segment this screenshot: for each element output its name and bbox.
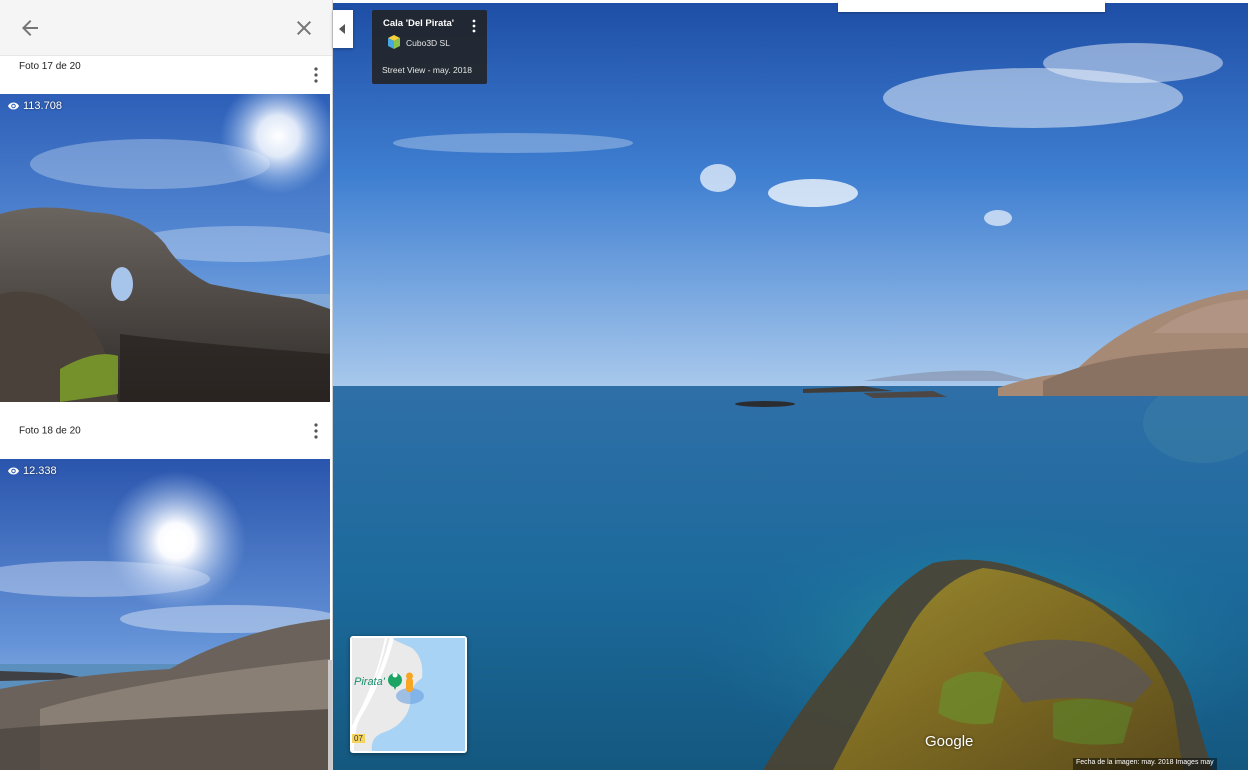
- minimap-place-label: Pirata': [354, 676, 385, 688]
- photo-caption-row: Foto 18 de 20: [0, 404, 330, 458]
- photo-image: [0, 94, 330, 402]
- photo-thumbnail[interactable]: 12.338: [0, 459, 330, 770]
- search-box-edge[interactable]: [838, 0, 1105, 12]
- photo-list-panel: Foto 17 de 20 113.708 Foto 18 de 20 12.3…: [0, 0, 333, 770]
- chevron-left-icon: [339, 24, 345, 34]
- view-count-value: 113.708: [23, 100, 62, 112]
- minimap-road-label: 07: [352, 734, 365, 743]
- view-count: 113.708: [8, 100, 62, 112]
- view-count: 12.338: [8, 465, 57, 477]
- close-icon: [297, 21, 311, 35]
- minimap-image: [352, 638, 465, 751]
- photo-caption-row: Foto 17 de 20: [0, 56, 330, 94]
- google-logo: Google: [925, 733, 974, 750]
- info-menu-button[interactable]: [468, 18, 480, 34]
- author-logo-icon: [386, 34, 402, 50]
- location-title[interactable]: Cala 'Del Pirata': [383, 18, 454, 29]
- image-attribution[interactable]: Fecha de la imagen: may. 2018 Images may: [1073, 758, 1217, 770]
- photo-caption: Foto 17 de 20: [19, 61, 81, 72]
- street-view-panorama[interactable]: [333, 3, 1248, 770]
- panorama-image: [333, 3, 1248, 770]
- more-vert-icon: [314, 423, 318, 439]
- photo-caption: Foto 18 de 20: [19, 425, 81, 437]
- more-vert-icon: [314, 67, 318, 83]
- photo-thumbnail[interactable]: 113.708: [0, 94, 330, 402]
- arrow-left-icon: [22, 20, 38, 36]
- more-vert-icon: [472, 19, 476, 33]
- photo-menu-button[interactable]: [308, 64, 324, 86]
- location-info-card: Cala 'Del Pirata' Cubo3D SL Street View …: [372, 10, 487, 84]
- view-count-value: 12.338: [23, 465, 57, 477]
- photo-image: [0, 459, 330, 770]
- minimap[interactable]: Pirata' 07: [350, 636, 467, 753]
- collapse-panel-button[interactable]: [333, 10, 353, 48]
- close-button[interactable]: [292, 16, 316, 40]
- panel-header: [0, 0, 332, 56]
- eye-icon: [8, 467, 19, 475]
- eye-icon: [8, 102, 19, 110]
- back-button[interactable]: [18, 16, 42, 40]
- capture-date: Street View - may. 2018: [382, 65, 472, 75]
- author-name[interactable]: Cubo3D SL: [406, 38, 450, 48]
- photo-menu-button[interactable]: [308, 420, 324, 442]
